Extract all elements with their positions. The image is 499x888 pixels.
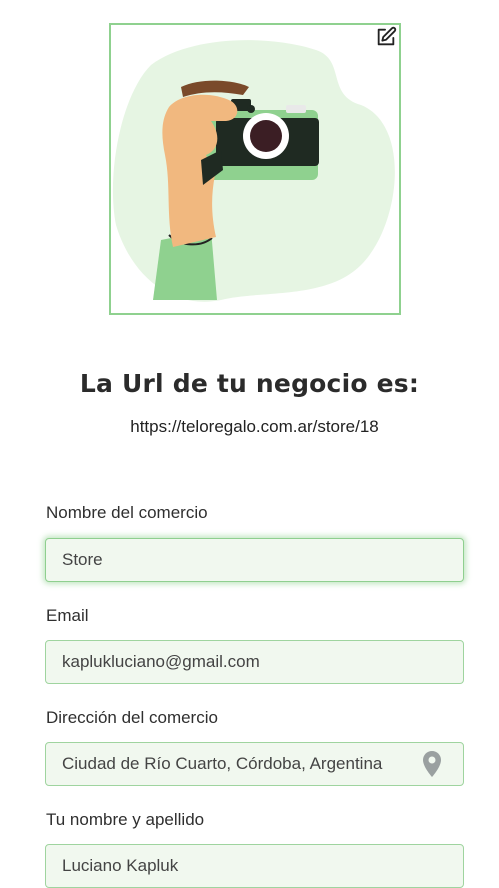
store-name-input[interactable] [45, 538, 464, 582]
store-name-label: Nombre del comercio [46, 503, 208, 522]
store-url-link[interactable]: https://teloregalo.com.ar/store/18 [0, 417, 499, 437]
camera-illustration [112, 40, 395, 302]
address-input[interactable] [45, 742, 464, 786]
store-url-title: La Url de tu negocio es: [79, 369, 420, 398]
location-pin-icon [423, 751, 441, 777]
address-label: Dirección del comercio [46, 708, 218, 727]
email-input[interactable] [45, 640, 464, 684]
full-name-label: Tu nombre y apellido [46, 810, 205, 829]
full-name-input[interactable] [45, 844, 464, 888]
store-photo[interactable] [109, 23, 401, 315]
edit-icon[interactable] [375, 26, 397, 48]
email-label: Email [46, 606, 89, 625]
